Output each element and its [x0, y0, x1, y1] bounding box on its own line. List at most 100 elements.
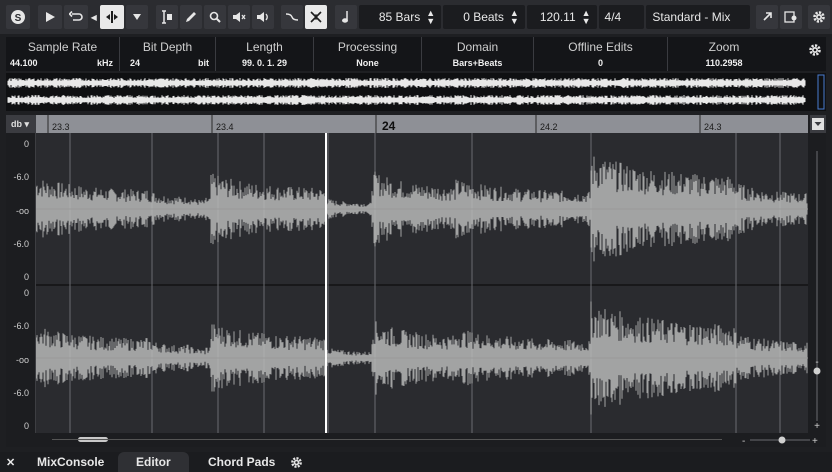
info-col-domain[interactable]: Domain Bars+Beats — [422, 37, 534, 71]
scroll-track — [52, 439, 722, 440]
close-lower-zone-icon[interactable]: ✕ — [6, 452, 15, 472]
ruler-ticks — [47, 115, 701, 133]
preset-value: Standard - Mix — [652, 10, 731, 24]
s-icon: S — [10, 10, 25, 24]
domain-value: Bars+Beats — [452, 58, 503, 68]
overview-channel-1 — [7, 78, 806, 88]
info-col-length[interactable]: Length 99. 0. 1. 29 — [216, 37, 314, 71]
cursor-range-icon — [161, 10, 172, 24]
overview-waveform — [7, 74, 825, 110]
tab-mixconsole[interactable]: MixConsole — [37, 452, 104, 472]
tempo-value: 120.11 — [539, 10, 576, 24]
ruler-unit-selector[interactable]: db ▾ — [6, 115, 36, 133]
svg-text:+: + — [814, 421, 820, 432]
beats-value: 0 Beats — [463, 10, 504, 24]
info-col-zoom[interactable]: Zoom 110.2958 — [668, 37, 780, 71]
info-col-offline-edits[interactable]: Offline Edits 0 — [534, 37, 668, 71]
tab-editor[interactable]: Editor — [118, 452, 189, 472]
zoom-value: 110.2958 — [705, 58, 743, 68]
auto-scroll-button[interactable] — [281, 5, 304, 29]
play-tool[interactable] — [251, 5, 274, 29]
metronome-button[interactable] — [335, 5, 358, 29]
horizontal-zoom-slider[interactable]: - + — [740, 433, 820, 447]
range-tool[interactable] — [155, 5, 178, 29]
scale-label: 0 — [23, 421, 29, 431]
info-col-sample-rate[interactable]: Sample Rate 44.100 kHz — [6, 37, 120, 71]
snap-zero-crossing-button[interactable] — [305, 5, 328, 29]
close-glyph: ✕ — [6, 456, 16, 469]
overview-channel-2 — [7, 95, 806, 105]
loop-button[interactable] — [63, 5, 88, 29]
info-col-bit-depth[interactable]: Bit Depth 24 bit — [120, 37, 216, 71]
scale-label: -6.0 — [13, 172, 29, 182]
waveform-channels — [36, 133, 808, 433]
svg-text:S: S — [15, 13, 22, 24]
beats-field[interactable]: 0 Beats ▲ ▼ — [443, 5, 525, 29]
snap-cross-icon — [310, 11, 323, 23]
bars-value: 85 Bars — [378, 10, 421, 24]
mute-tool[interactable] — [227, 5, 250, 29]
open-external-button[interactable] — [755, 5, 778, 29]
scale-label: 0 — [23, 288, 29, 298]
overview-line[interactable] — [6, 73, 826, 111]
sample-rate-unit: kHz — [96, 58, 113, 68]
processing-label: Processing — [337, 40, 398, 54]
play-icon — [45, 12, 55, 22]
gear-icon — [813, 11, 825, 23]
ruler[interactable]: 23.3 23.4 24 24.2 24.3 — [36, 115, 808, 133]
waveform-display[interactable] — [36, 133, 808, 433]
range-select-icon — [105, 11, 118, 23]
overview-view-frame — [817, 74, 825, 110]
bars-field[interactable]: 85 Bars ▲ ▼ — [359, 5, 442, 29]
vertical-zoom[interactable]: - + — [808, 133, 826, 433]
bit-depth-value: 24 — [130, 58, 141, 68]
settings-button[interactable] — [807, 5, 830, 29]
tab-label: MixConsole — [37, 455, 105, 469]
info-settings-gear-icon[interactable] — [808, 43, 822, 60]
sample-rate-label: Sample Rate — [27, 40, 98, 54]
draw-tool[interactable] — [179, 5, 202, 29]
ruler-unit-label: db — [11, 119, 22, 129]
note-icon — [342, 11, 349, 23]
horizontal-scrollbar[interactable]: - + — [6, 433, 826, 447]
speaker-mute-icon — [232, 12, 246, 22]
info-line: Sample Rate 44.100 kHz Bit Depth 24 bit … — [6, 37, 826, 71]
zoom-tool[interactable] — [203, 5, 226, 29]
tool-dropdown-button[interactable] — [125, 5, 148, 29]
chevron-down-icon — [132, 14, 141, 20]
curve-icon — [286, 13, 299, 21]
toolbar: S ◀ 85 Bars ▲ ▼ 0 Beats ▲ ▼ 120.11 ▲ ▼ 4… — [0, 0, 832, 34]
scale-label: 0 — [23, 139, 29, 149]
beats-stepper-icon[interactable]: ▲ ▼ — [510, 9, 519, 26]
ruler-options-button[interactable] — [810, 115, 826, 133]
tab-chord-pads[interactable]: Chord Pads — [208, 452, 275, 472]
signature-value: 4/4 — [604, 10, 622, 24]
svg-text:-: - — [742, 436, 745, 447]
svg-text:-: - — [815, 357, 818, 368]
arrow-out-icon — [763, 12, 772, 21]
window-settings-button[interactable] — [779, 5, 802, 29]
domain-label: Domain — [456, 40, 499, 54]
pencil-icon — [185, 12, 196, 22]
preset-field[interactable]: Standard - Mix — [646, 5, 750, 29]
scale-label: -6.0 — [13, 388, 29, 398]
processing-value: None — [356, 58, 379, 68]
play-button[interactable] — [37, 5, 62, 29]
lower-zone-tabs: ✕ MixConsole Editor Chord Pads — [0, 452, 832, 472]
info-col-processing[interactable]: Processing None — [314, 37, 422, 71]
audition-volume-icon[interactable]: ◀ — [89, 5, 98, 29]
solo-editor-button[interactable]: S — [6, 5, 30, 29]
window-gear-icon — [784, 11, 797, 23]
chevron-down-icon — [812, 118, 824, 130]
loop-icon — [68, 11, 83, 21]
object-selection-tool[interactable] — [99, 5, 124, 29]
tempo-field[interactable]: 120.11 ▲ ▼ — [526, 5, 597, 29]
offline-edits-label: Offline Edits — [568, 40, 633, 54]
signature-field[interactable]: 4/4 — [598, 5, 645, 29]
lower-zone-settings-gear-icon[interactable] — [290, 452, 303, 472]
tempo-stepper-icon[interactable]: ▲ ▼ — [582, 9, 591, 26]
bars-stepper-icon[interactable]: ▲ ▼ — [426, 9, 435, 26]
vertical-zoom-slider[interactable]: - + — [808, 133, 826, 433]
tab-label: Editor — [136, 455, 171, 469]
speaker-icon — [256, 12, 268, 22]
